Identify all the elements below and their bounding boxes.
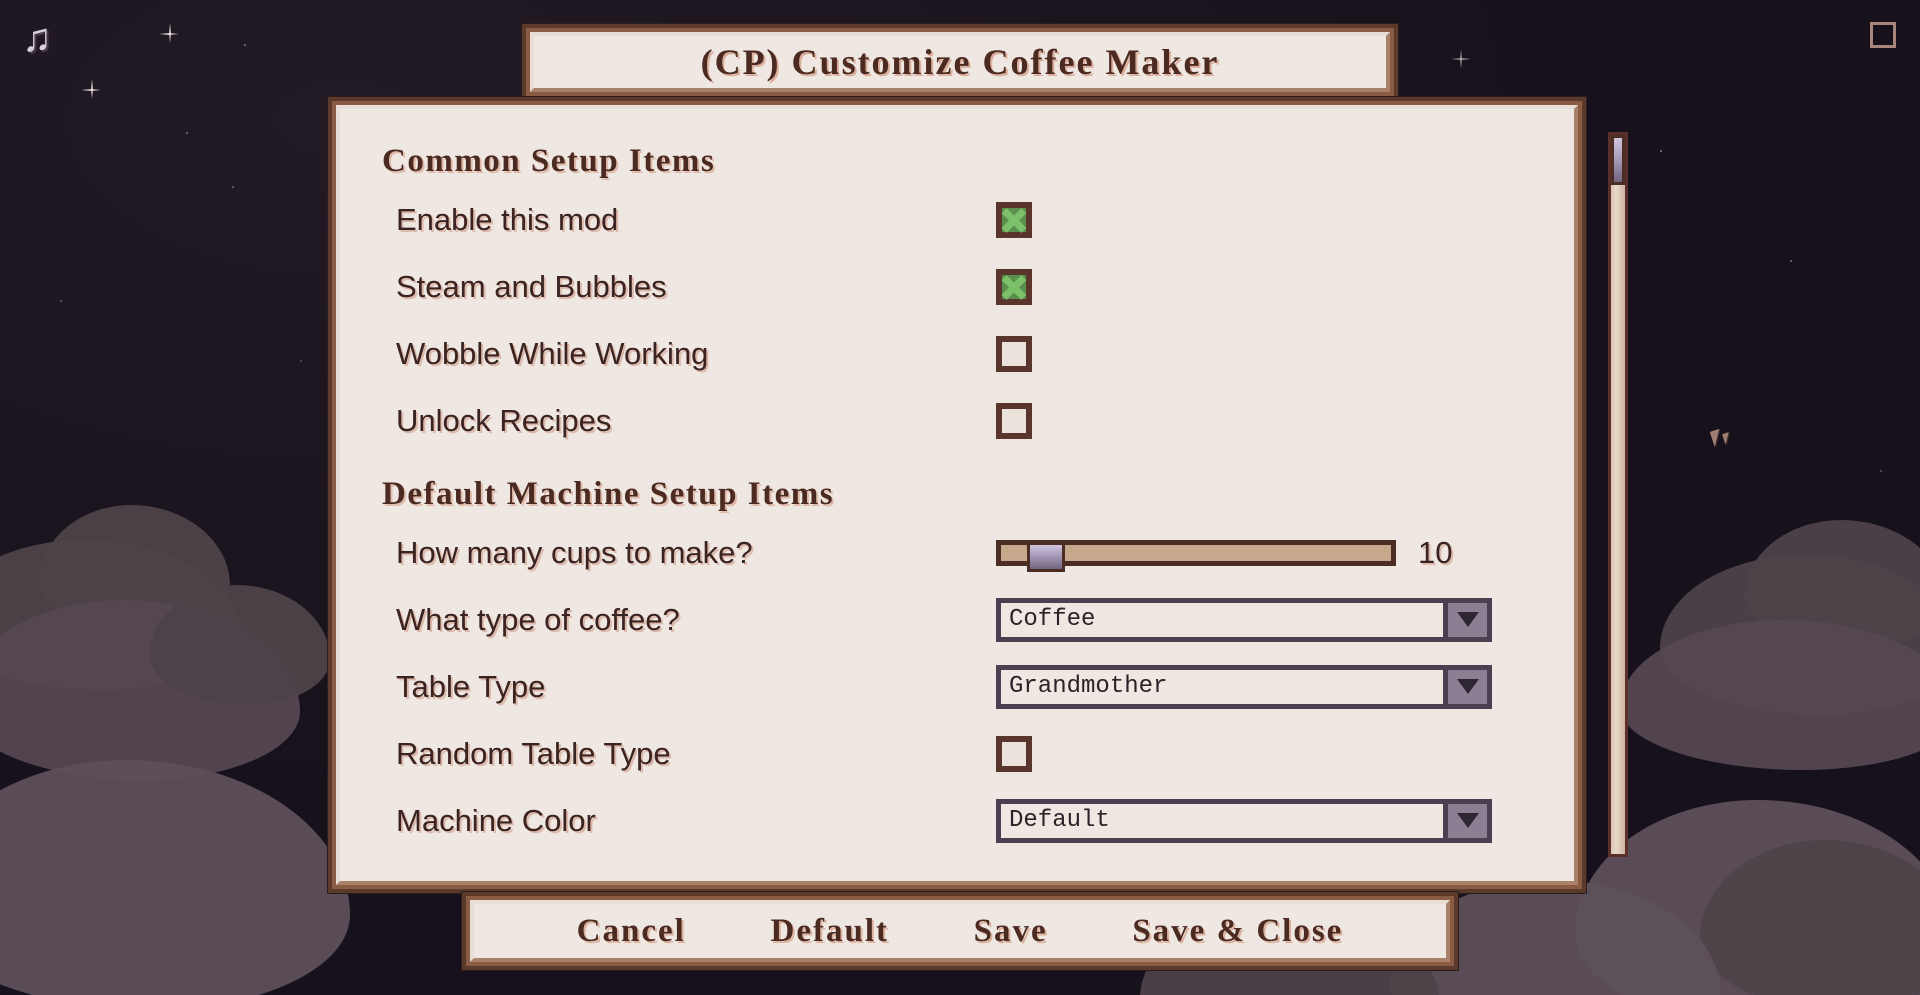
scrollbar-track[interactable] [1608, 132, 1628, 857]
option-label-enable-this-mod: Enable this mod [396, 201, 619, 237]
option-label-random-table-type: Random Table Type [396, 735, 671, 771]
option-control: Coffee [996, 597, 1492, 642]
option-row-random-table-type: Random Table Type [374, 720, 1540, 787]
option-row-unlock-recipes: Unlock Recipes [374, 387, 1540, 454]
dropdown-value-machine-color: Default [1009, 807, 1110, 834]
star [1880, 470, 1882, 472]
option-control [996, 735, 1032, 772]
dropdown-coffee-type[interactable]: Coffee [996, 597, 1492, 642]
option-control: Grandmother [996, 664, 1492, 709]
star [186, 132, 188, 134]
checkbox-random-table-type[interactable] [996, 735, 1032, 772]
star [60, 300, 62, 302]
chevron-down-icon [1456, 612, 1479, 627]
option-label-table-type: Table Type [396, 668, 546, 704]
checkbox-wobble-while-working[interactable] [996, 335, 1032, 372]
dropdown-value-box[interactable]: Coffee [996, 597, 1448, 642]
option-control [996, 201, 1032, 238]
chevron-down-icon [1456, 813, 1479, 828]
star [1451, 49, 1471, 69]
dropdown-toggle-button[interactable] [1448, 664, 1492, 709]
option-row-enable-this-mod: Enable this mod [374, 186, 1540, 253]
option-control [996, 268, 1032, 305]
checkbox-steam-and-bubbles[interactable] [996, 268, 1032, 305]
options-panel: Common Setup Items Enable this mod Steam… [336, 105, 1578, 885]
dropdown-machine-color[interactable]: Default [996, 798, 1492, 843]
option-label-unlock-recipes: Unlock Recipes [396, 402, 612, 438]
dialog-button-bar: Cancel Default Save Save & Close [470, 900, 1450, 962]
star [159, 23, 179, 43]
star [244, 44, 246, 46]
option-control [996, 402, 1032, 439]
option-label-coffee-type: What type of coffee? [396, 601, 680, 637]
slider-cups-to-make[interactable] [996, 539, 1396, 572]
option-control: Default [996, 798, 1492, 843]
option-control: 10 [996, 534, 1453, 572]
option-label-wobble-while-working: Wobble While Working [396, 335, 709, 371]
dropdown-table-type[interactable]: Grandmother [996, 664, 1492, 709]
save-and-close-button[interactable]: Save & Close [1132, 913, 1343, 950]
option-control [996, 335, 1032, 372]
page-title: (CP) Customize Coffee Maker [700, 42, 1220, 82]
cancel-button[interactable]: Cancel [577, 913, 686, 950]
scrollbar-thumb[interactable] [1611, 135, 1625, 185]
dropdown-value-table-type: Grandmother [1009, 673, 1168, 700]
option-label-cups-to-make: How many cups to make? [396, 534, 753, 570]
slider-value-cups-to-make: 10 [1418, 534, 1453, 570]
option-row-steam-and-bubbles: Steam and Bubbles [374, 253, 1540, 320]
dropdown-toggle-button[interactable] [1448, 798, 1492, 843]
star [300, 360, 302, 362]
chevron-down-icon [1456, 679, 1479, 694]
star [81, 79, 101, 99]
dropdown-value-box[interactable]: Default [996, 798, 1448, 843]
star [1660, 150, 1662, 152]
window-title-bar: (CP) Customize Coffee Maker [530, 32, 1390, 92]
save-button[interactable]: Save [974, 913, 1048, 950]
section-heading-common-setup: Common Setup Items [382, 143, 716, 179]
option-row-cups-to-make: How many cups to make? 10 [374, 519, 1540, 586]
slider-thumb[interactable] [1027, 541, 1065, 572]
star [232, 186, 234, 188]
checkbox-enable-this-mod[interactable] [996, 201, 1032, 238]
dropdown-value-coffee-type: Coffee [1009, 606, 1096, 633]
music-note-icon: ♫ [22, 16, 52, 60]
option-row-coffee-type: What type of coffee? Coffee [374, 586, 1540, 653]
star [1790, 260, 1792, 262]
checkbox-unlock-recipes[interactable] [996, 402, 1032, 439]
option-row-wobble-while-working: Wobble While Working [374, 320, 1540, 387]
default-button[interactable]: Default [771, 913, 889, 950]
option-row-table-type: Table Type Grandmother [374, 653, 1540, 720]
dropdown-value-box[interactable]: Grandmother [996, 664, 1448, 709]
option-label-steam-and-bubbles: Steam and Bubbles [396, 268, 667, 304]
option-label-machine-color: Machine Color [396, 802, 596, 838]
square-outline-icon[interactable] [1870, 22, 1896, 48]
dropdown-toggle-button[interactable] [1448, 597, 1492, 642]
option-row-machine-color: Machine Color Default [374, 787, 1540, 854]
section-heading-machine-setup: Default Machine Setup Items [382, 476, 835, 512]
